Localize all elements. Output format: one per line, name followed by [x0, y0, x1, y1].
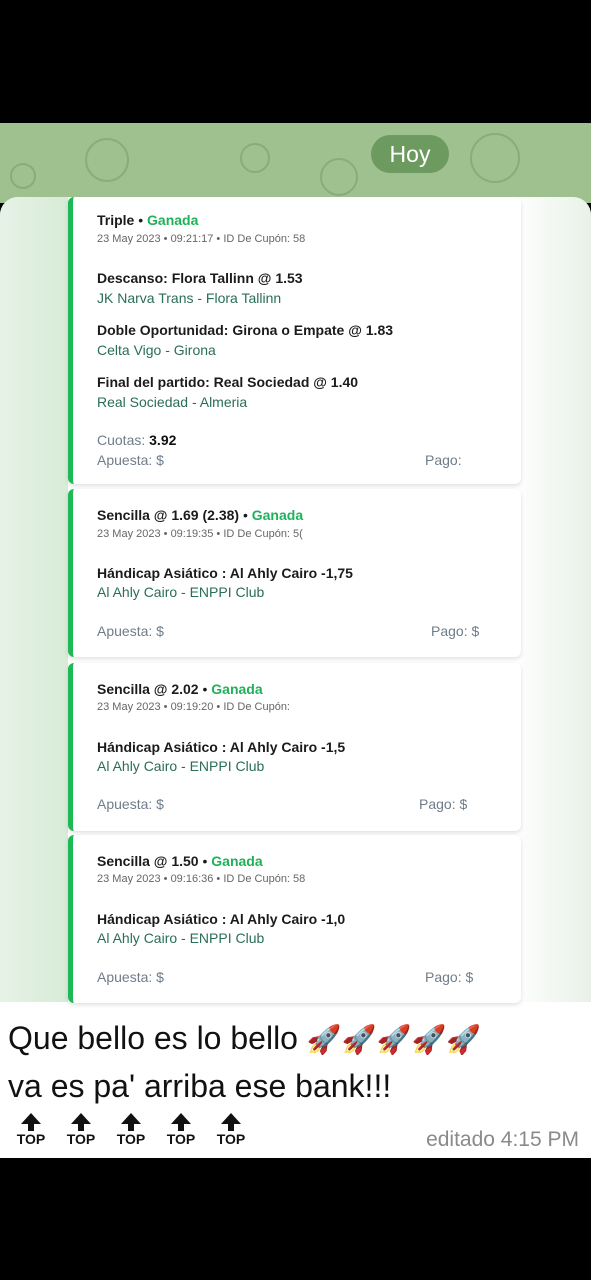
rocket-icon: 🚀: [341, 1024, 377, 1055]
edited-timestamp: editado 4:15 PM: [426, 1128, 579, 1151]
match: Al Ahly Cairo - ENPPI Club: [97, 930, 265, 946]
bet-type: Triple • Ganada: [97, 212, 199, 228]
pick: Hándicap Asiático : Al Ahly Cairo -1,75: [97, 565, 353, 581]
message-line-1: Que bello es lo bello 🚀🚀🚀🚀🚀: [8, 1020, 482, 1056]
top-arrow-icon: TOP: [60, 1113, 102, 1147]
stake-label: Apuesta: $: [97, 623, 164, 639]
bet-meta: 23 May 2023 • 09:21:17 • ID De Cupón: 58: [97, 233, 306, 245]
screenshot-edge: [511, 197, 591, 1002]
stake-label: Apuesta: $: [97, 796, 164, 812]
top-arrow-icon: TOP: [160, 1113, 202, 1147]
payout-label: Pago: $: [431, 623, 480, 639]
bet-type: Sencilla @ 1.69 (2.38) • Ganada: [97, 507, 304, 523]
message-bubble[interactable]: Triple • Ganada 23 May 2023 • 09:21:17 •…: [0, 197, 591, 1158]
pick: Hándicap Asiático : Al Ahly Cairo -1,5: [97, 739, 346, 755]
payout-label: Pago: $: [419, 796, 468, 812]
bet-type: Sencilla @ 1.50 • Ganada: [97, 853, 263, 869]
match: Al Ahly Cairo - ENPPI Club: [97, 758, 265, 774]
match-3: Real Sociedad - Almeria: [97, 394, 248, 410]
top-emoji-row: TOP TOP TOP TOP TOP: [10, 1113, 252, 1147]
date-chip: Hoy: [371, 135, 449, 173]
pick-3: Final del partido: Real Sociedad @ 1.40: [97, 374, 359, 390]
status-badge: Ganada: [147, 212, 199, 228]
bet-card-triple[interactable]: Triple • Ganada 23 May 2023 • 09:21:17 •…: [68, 197, 521, 484]
bet-card-single[interactable]: Sencilla @ 1.69 (2.38) • Ganada 23 May 2…: [68, 489, 521, 657]
pick: Hándicap Asiático : Al Ahly Cairo -1,0: [97, 911, 346, 927]
status-badge: Ganada: [211, 681, 263, 697]
bet-type: Sencilla @ 2.02 • Ganada: [97, 681, 263, 697]
stake-label: Apuesta: $: [97, 969, 164, 985]
match: Al Ahly Cairo - ENPPI Club: [97, 584, 265, 600]
payout-label: Pago:: [425, 452, 462, 468]
rocket-icon: 🚀: [446, 1024, 482, 1055]
match-1: JK Narva Trans - Flora Tallinn: [97, 290, 282, 306]
top-arrow-icon: TOP: [10, 1113, 52, 1147]
payout-label: Pago: $: [425, 969, 474, 985]
bet-card-single[interactable]: Sencilla @ 1.50 • Ganada 23 May 2023 • 0…: [68, 835, 521, 1003]
bet-meta: 23 May 2023 • 09:19:35 • ID De Cupón: 5(: [97, 528, 303, 540]
stake-label: Apuesta: $: [97, 452, 164, 468]
top-arrow-icon: TOP: [110, 1113, 152, 1147]
pick-2: Doble Oportunidad: Girona o Empate @ 1.8…: [97, 322, 394, 338]
rocket-icon: 🚀: [306, 1024, 342, 1055]
bet-meta: 23 May 2023 • 09:16:36 • ID De Cupón: 58: [97, 873, 306, 885]
odds: Cuotas: 3.92: [97, 432, 177, 448]
status-badge: Ganada: [211, 853, 263, 869]
rocket-icon: 🚀: [411, 1024, 447, 1055]
chat-wallpaper: [0, 123, 591, 203]
message-line-2: va es pa' arriba ese bank!!!: [8, 1068, 392, 1104]
pick-1: Descanso: Flora Tallinn @ 1.53: [97, 270, 303, 286]
screenshot-edge: [0, 197, 68, 1002]
bet-card-single[interactable]: Sencilla @ 2.02 • Ganada 23 May 2023 • 0…: [68, 663, 521, 831]
status-badge: Ganada: [251, 507, 304, 523]
bet-meta: 23 May 2023 • 09:19:20 • ID De Cupón:: [97, 701, 290, 713]
rocket-icon: 🚀: [376, 1024, 412, 1055]
match-2: Celta Vigo - Girona: [97, 342, 216, 358]
top-arrow-icon: TOP: [210, 1113, 252, 1147]
